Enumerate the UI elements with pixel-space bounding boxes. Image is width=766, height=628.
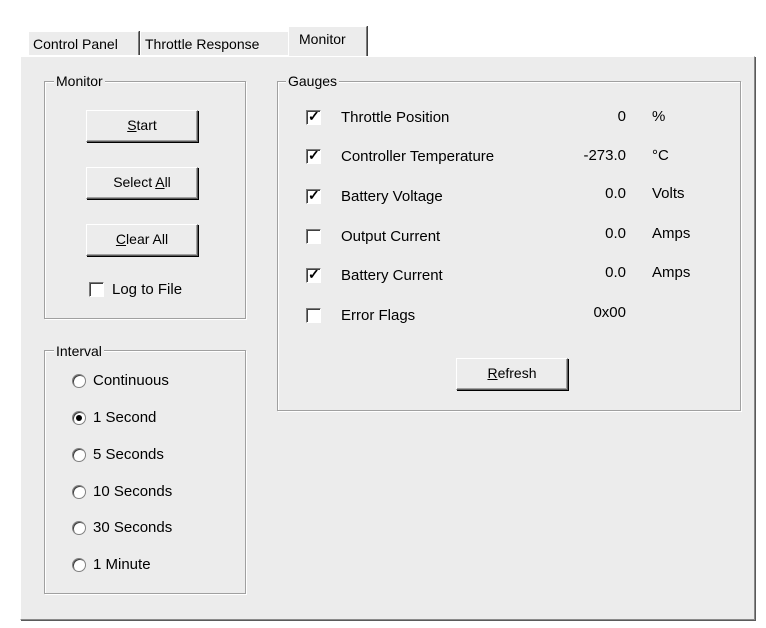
- radio-5-seconds[interactable]: [72, 448, 86, 462]
- log-to-file-checkbox[interactable]: [89, 282, 104, 297]
- clear-all-rest: lear All: [126, 231, 169, 247]
- select-all-button[interactable]: Select All: [86, 167, 198, 199]
- interval-group-title: Interval: [54, 343, 104, 359]
- clear-all-button[interactable]: Clear All: [86, 224, 198, 256]
- radio-continuous[interactable]: [72, 374, 86, 388]
- gauge-checkbox-throttle-position[interactable]: ✓: [306, 108, 321, 125]
- refresh-rest: efresh: [497, 365, 537, 381]
- gauge-value: 0.0: [605, 225, 626, 242]
- radio-30-seconds[interactable]: [72, 521, 86, 535]
- gauges-group-title: Gauges: [286, 73, 340, 89]
- gauge-checkbox-output-current[interactable]: [306, 229, 321, 244]
- radio-1-second-label: 1 Second: [93, 409, 157, 426]
- tab-throttle-response[interactable]: Throttle Response: [140, 31, 290, 55]
- gauge-value: 0: [617, 108, 626, 125]
- gauge-unit: °C: [652, 147, 669, 164]
- start-rest: tart: [136, 117, 157, 133]
- radio-10-seconds[interactable]: [72, 485, 86, 499]
- gauge-value: 0x00: [593, 304, 626, 321]
- select-all-rest: ll: [164, 174, 171, 190]
- gauge-label: Battery Voltage: [341, 188, 443, 205]
- gauge-label: Throttle Position: [341, 109, 450, 126]
- refresh-button[interactable]: Refresh: [456, 358, 568, 390]
- tab-monitor[interactable]: Monitor: [288, 26, 367, 56]
- gauge-value: -273.0: [583, 147, 626, 164]
- log-to-file-label: Log to File: [112, 281, 183, 298]
- radio-selected-dot: [76, 415, 82, 421]
- tab-control-panel[interactable]: Control Panel: [28, 31, 139, 55]
- gauge-unit: Amps: [652, 225, 691, 242]
- radio-1-minute-label: 1 Minute: [93, 556, 151, 573]
- radio-1-second[interactable]: [72, 411, 86, 425]
- radio-1-minute[interactable]: [72, 558, 86, 572]
- clear-all-accel: C: [115, 231, 127, 247]
- gauge-value: 0.0: [605, 264, 626, 281]
- gauge-label: Controller Temperature: [341, 148, 495, 165]
- check-mark: ✓: [308, 187, 320, 203]
- gauge-value: 0.0: [605, 185, 626, 202]
- select-all-pre: Select: [113, 174, 156, 190]
- gauge-checkbox-error-flags[interactable]: [306, 308, 321, 323]
- refresh-accel: R: [487, 365, 498, 381]
- radio-10-seconds-label: 10 Seconds: [93, 483, 173, 500]
- gauge-label: Output Current: [341, 228, 441, 245]
- gauge-checkbox-battery-current[interactable]: ✓: [306, 266, 321, 283]
- tab-label: Throttle Response: [145, 36, 260, 52]
- tab-label: Monitor: [299, 31, 346, 47]
- start-accel: S: [127, 117, 137, 133]
- gauge-label: Battery Current: [341, 267, 443, 284]
- gauge-unit: %: [652, 108, 666, 125]
- gauge-label: Error Flags: [341, 307, 416, 324]
- gauge-unit: Volts: [652, 185, 685, 202]
- tab-label: Control Panel: [33, 36, 118, 52]
- check-mark: ✓: [308, 147, 320, 163]
- radio-continuous-label: Continuous: [93, 372, 169, 389]
- start-button[interactable]: Start: [86, 110, 198, 142]
- radio-5-seconds-label: 5 Seconds: [93, 446, 164, 463]
- check-mark: ✓: [308, 266, 320, 282]
- select-all-accel: A: [155, 174, 165, 190]
- check-mark: ✓: [308, 108, 320, 124]
- monitor-group-title: Monitor: [54, 73, 105, 89]
- gauge-checkbox-battery-voltage[interactable]: ✓: [306, 187, 321, 204]
- gauge-unit: Amps: [652, 264, 691, 281]
- gauge-checkbox-controller-temperature[interactable]: ✓: [306, 147, 321, 164]
- radio-30-seconds-label: 30 Seconds: [93, 519, 173, 536]
